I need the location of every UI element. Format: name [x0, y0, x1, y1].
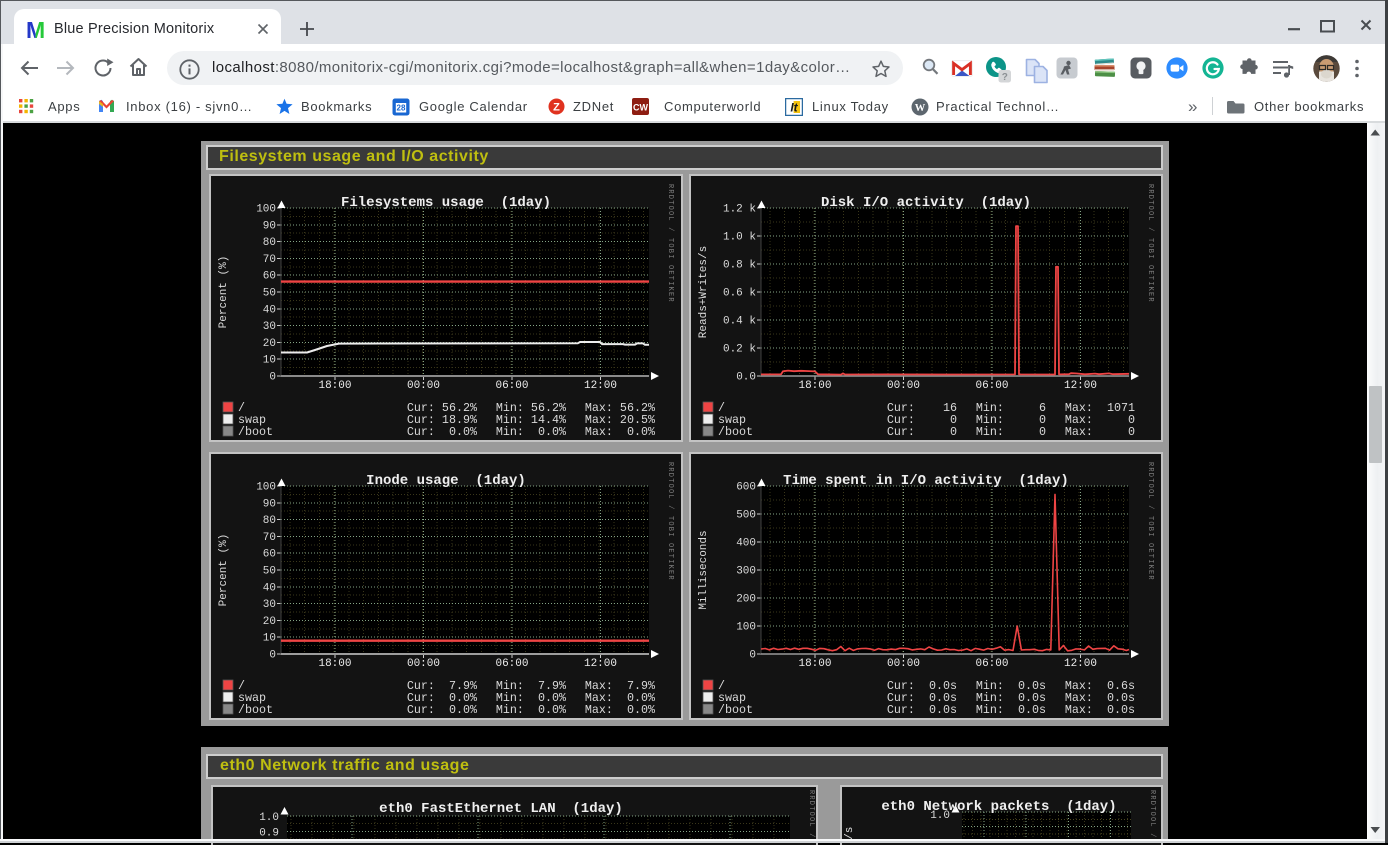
svg-text:Min: 0.0s: Min: 0.0s: [976, 703, 1046, 717]
svg-text:Inode usage (1day): Inode usage (1day): [366, 473, 526, 489]
svg-text:10: 10: [263, 633, 276, 645]
svg-text:Min: 0.0%: Min: 0.0%: [496, 703, 567, 717]
svg-text:60: 60: [263, 271, 276, 283]
svg-text:RRDTOOL / TOBI OETIKER: RRDTOOL / TOBI OETIKER: [666, 462, 674, 581]
svg-text:CW: CW: [633, 102, 648, 112]
svg-text:50: 50: [263, 566, 276, 578]
svg-text:100: 100: [256, 204, 276, 216]
svg-text:00:00: 00:00: [887, 658, 920, 670]
svg-text:Cur: 0.0%: Cur: 0.0%: [407, 703, 478, 717]
svg-text:Max: 0: Max: 0: [1065, 425, 1135, 439]
svg-text:600: 600: [736, 482, 756, 494]
svg-text:00:00: 00:00: [407, 658, 440, 670]
svg-text:0: 0: [269, 650, 276, 662]
svg-text:06:00: 06:00: [975, 380, 1008, 392]
svg-text:0.6 k: 0.6 k: [723, 288, 756, 300]
svg-text:20: 20: [263, 616, 276, 628]
svg-text:30: 30: [263, 599, 276, 611]
svg-text:eth0 FastEthernet LAN (1day): eth0 FastEthernet LAN (1day): [379, 801, 623, 817]
svg-text:RRDTOOL / TOBI OETIKER: RRDTOOL / TOBI OETIKER: [807, 790, 815, 843]
svg-text:300: 300: [736, 566, 756, 578]
svg-text:0.0: 0.0: [736, 372, 756, 384]
svg-text:90: 90: [263, 220, 276, 232]
svg-text:06:00: 06:00: [495, 658, 528, 670]
svg-text:80: 80: [263, 515, 276, 527]
svg-text:W: W: [915, 103, 926, 114]
svg-text:1.2 k: 1.2 k: [723, 204, 756, 216]
svg-text:12:00: 12:00: [584, 380, 617, 392]
svg-text:Time spent in I/O activity (1: Time spent in I/O activity (1day): [783, 473, 1069, 489]
svg-text:200: 200: [736, 594, 756, 606]
svg-text:12:00: 12:00: [584, 658, 617, 670]
svg-text:Milliseconds: Milliseconds: [698, 530, 710, 609]
svg-text:Percent (%): Percent (%): [218, 534, 230, 607]
svg-text:Cur: 0.0%: Cur: 0.0%: [407, 425, 478, 439]
svg-text:It: It: [790, 101, 798, 115]
svg-text:12:00: 12:00: [1064, 658, 1097, 670]
svg-text:06:00: 06:00: [495, 380, 528, 392]
svg-text:00:00: 00:00: [407, 380, 440, 392]
svg-text:00:00: 00:00: [887, 380, 920, 392]
svg-text:70: 70: [263, 532, 276, 544]
svg-text:RRDTOOL / TOBI OETIKER: RRDTOOL / TOBI OETIKER: [1146, 462, 1154, 581]
svg-text:1.0: 1.0: [930, 810, 950, 822]
svg-text:18:00: 18:00: [318, 658, 351, 670]
svg-text:500: 500: [736, 510, 756, 522]
svg-text:Cur: 0.0s: Cur: 0.0s: [887, 703, 957, 717]
svg-text:RRDTOOL / TOBI OETIKER: RRDTOOL / TOBI OETIKER: [1148, 790, 1156, 843]
svg-text:RRDTOOL / TOBI OETIKER: RRDTOOL / TOBI OETIKER: [1146, 184, 1154, 303]
svg-text:12:00: 12:00: [1064, 380, 1097, 392]
svg-text:20: 20: [263, 338, 276, 350]
svg-text:40: 40: [263, 304, 276, 316]
svg-text:100: 100: [256, 482, 276, 494]
svg-text:80: 80: [263, 237, 276, 249]
svg-text:Disk I/O activity (1day): Disk I/O activity (1day): [821, 195, 1031, 211]
svg-text:Percent (%): Percent (%): [218, 256, 230, 329]
svg-text:30: 30: [263, 321, 276, 333]
svg-text:06:00: 06:00: [975, 658, 1008, 670]
svg-text:Max: 0.0s: Max: 0.0s: [1065, 703, 1135, 717]
svg-text:RRDTOOL / TOBI OETIKER: RRDTOOL / TOBI OETIKER: [666, 184, 674, 303]
svg-text:Filesystems usage (1day): Filesystems usage (1day): [341, 195, 551, 211]
svg-text:/boot: /boot: [718, 703, 753, 717]
svg-text:0.4 k: 0.4 k: [723, 316, 756, 328]
svg-text:Reads+Writes/s: Reads+Writes/s: [698, 246, 710, 338]
svg-text:/boot: /boot: [718, 425, 753, 439]
svg-text:eth0 Network packets (1day): eth0 Network packets (1day): [881, 799, 1116, 815]
svg-text:Z: Z: [553, 102, 560, 114]
svg-text:Max: 0.0%: Max: 0.0%: [585, 703, 656, 717]
svg-text:?: ?: [1002, 72, 1008, 83]
svg-text:100: 100: [736, 622, 756, 634]
svg-text:50: 50: [263, 288, 276, 300]
svg-text:Cur: 0: Cur: 0: [887, 425, 957, 439]
svg-text:Min: 0.0%: Min: 0.0%: [496, 425, 567, 439]
svg-text:0.2 k: 0.2 k: [723, 344, 756, 356]
svg-text:0.8 k: 0.8 k: [723, 260, 756, 272]
svg-text:40: 40: [263, 582, 276, 594]
svg-text:70: 70: [263, 254, 276, 266]
svg-text:18:00: 18:00: [798, 658, 831, 670]
svg-text:10: 10: [263, 355, 276, 367]
svg-text:0: 0: [269, 372, 276, 384]
svg-text:/boot: /boot: [238, 425, 273, 439]
svg-text:0: 0: [749, 650, 756, 662]
svg-text:/boot: /boot: [238, 703, 273, 717]
svg-text:Max: 0.0%: Max: 0.0%: [585, 425, 656, 439]
svg-text:60: 60: [263, 549, 276, 561]
svg-text:400: 400: [736, 538, 756, 550]
svg-text:1.0 k: 1.0 k: [723, 232, 756, 244]
svg-text:90: 90: [263, 498, 276, 510]
svg-text:18:00: 18:00: [318, 380, 351, 392]
svg-text:18:00: 18:00: [798, 380, 831, 392]
svg-text:1.0: 1.0: [259, 812, 279, 824]
svg-text:28: 28: [397, 104, 406, 113]
svg-text:Min: 0: Min: 0: [976, 425, 1046, 439]
